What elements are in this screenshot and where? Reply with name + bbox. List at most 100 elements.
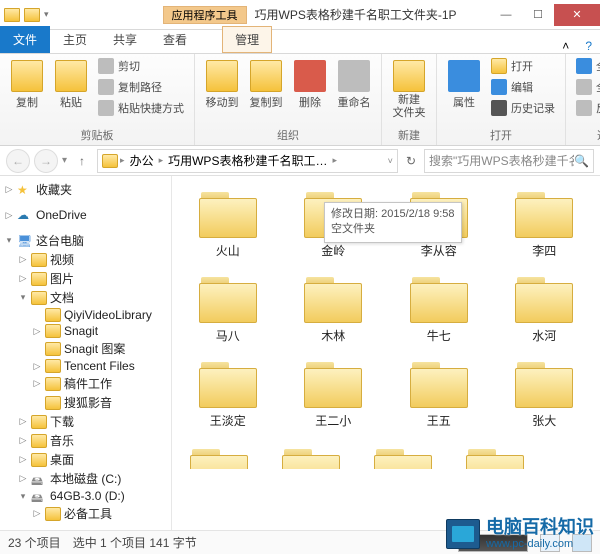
select-none-button[interactable]: 全部取消 bbox=[572, 77, 600, 97]
folder-icon[interactable] bbox=[462, 445, 528, 469]
help-icon[interactable]: ? bbox=[577, 39, 600, 53]
select-all-icon bbox=[576, 58, 592, 74]
tab-home[interactable]: 主页 bbox=[50, 26, 100, 53]
tree-label: OneDrive bbox=[36, 208, 87, 222]
move-to-button[interactable]: 移动到 bbox=[201, 56, 243, 114]
list-item[interactable]: 牛七 bbox=[387, 269, 491, 352]
folder-name: 王五 bbox=[427, 412, 451, 429]
list-item[interactable]: 马八 bbox=[176, 269, 280, 352]
cut-button[interactable]: 剪切 bbox=[94, 56, 188, 76]
tree-local-disk[interactable]: ▷🖴本地磁盘 (C:) bbox=[0, 469, 171, 488]
folder-name: 金岭 bbox=[321, 242, 345, 259]
refresh-button[interactable]: ↻ bbox=[406, 154, 416, 168]
tree-label: 搜狐影音 bbox=[64, 394, 112, 411]
tree-videos[interactable]: ▷视频 bbox=[0, 250, 171, 269]
tree-this-pc[interactable]: ▾🖥这台电脑 bbox=[0, 231, 171, 250]
tree-label: Snagit 图案 bbox=[64, 340, 125, 357]
tree-downloads[interactable]: ▷下载 bbox=[0, 412, 171, 431]
delete-button[interactable]: 删除 bbox=[289, 56, 331, 114]
rename-button[interactable]: 重命名 bbox=[333, 56, 375, 114]
tab-view[interactable]: 查看 bbox=[150, 26, 200, 53]
tree-sohu[interactable]: 搜狐影音 bbox=[0, 393, 171, 412]
tree-label: 本地磁盘 (C:) bbox=[50, 470, 121, 487]
status-selected: 选中 1 个项目 141 字节 bbox=[73, 534, 197, 551]
tree-music[interactable]: ▷音乐 bbox=[0, 431, 171, 450]
list-item[interactable]: 王五 bbox=[387, 354, 491, 437]
copy-button[interactable]: 复制 bbox=[6, 56, 48, 118]
chevron-right-icon[interactable]: ▸ bbox=[159, 155, 164, 166]
folder-icon[interactable] bbox=[278, 445, 344, 469]
select-none-icon bbox=[576, 79, 592, 95]
ql-dropdown-icon[interactable]: ▾ bbox=[44, 9, 49, 20]
watermark-logo-icon bbox=[446, 519, 480, 549]
search-input[interactable]: 搜索"巧用WPS表格秒建千名… 🔍 bbox=[424, 149, 594, 173]
tree-snagit-tuan[interactable]: Snagit 图案 bbox=[0, 339, 171, 358]
list-item[interactable]: 王淡定 bbox=[176, 354, 280, 437]
properties-button[interactable]: 属性 bbox=[443, 56, 485, 118]
minimize-button[interactable]: — bbox=[490, 4, 522, 26]
invert-selection-button[interactable]: 反向选择 bbox=[572, 98, 600, 118]
list-item[interactable]: 王二小 bbox=[282, 354, 386, 437]
list-item[interactable]: 火山 bbox=[176, 184, 280, 267]
breadcrumb[interactable]: ▸ 办公 ▸ 巧用WPS表格秒建千名职工… ▸ ˅ bbox=[97, 149, 398, 173]
up-button[interactable]: ↑ bbox=[71, 150, 93, 172]
history-button[interactable]: 历史记录 bbox=[487, 98, 559, 118]
breadcrumb-dropdown-icon[interactable]: ˅ bbox=[388, 156, 393, 166]
navigation-tree: ▷★收藏夹 ▷☁OneDrive ▾🖥这台电脑 ▷视频 ▷图片 ▾文档 Qiyi… bbox=[0, 176, 172, 530]
cloud-icon: ☁ bbox=[17, 208, 33, 222]
new-group-label: 新建 bbox=[388, 125, 430, 145]
invert-icon bbox=[576, 100, 592, 116]
tree-onedrive[interactable]: ▷☁OneDrive bbox=[0, 207, 171, 223]
list-item[interactable]: 张大 bbox=[493, 354, 597, 437]
copy-path-button[interactable]: 复制路径 bbox=[94, 77, 188, 97]
copy-to-button[interactable]: 复制到 bbox=[245, 56, 287, 114]
tree-qiyi[interactable]: QiyiVideoLibrary bbox=[0, 307, 171, 323]
tree-tencent[interactable]: ▷Tencent Files bbox=[0, 358, 171, 374]
maximize-button[interactable]: ☐ bbox=[522, 4, 554, 26]
tree-documents[interactable]: ▾文档 bbox=[0, 288, 171, 307]
open-button[interactable]: 打开 bbox=[487, 56, 559, 76]
recent-dropdown-icon[interactable]: ▾ bbox=[62, 155, 67, 166]
breadcrumb-seg-2[interactable]: 巧用WPS表格秒建千名职工… bbox=[165, 152, 330, 169]
tree-pictures[interactable]: ▷图片 bbox=[0, 269, 171, 288]
chevron-right-icon[interactable]: ▸ bbox=[120, 155, 125, 166]
ribbon-collapse-icon[interactable]: ˄ bbox=[554, 39, 577, 53]
app-folder-icon bbox=[4, 8, 20, 22]
properties-label: 属性 bbox=[453, 94, 475, 110]
ql-folder-icon[interactable] bbox=[24, 8, 40, 22]
breadcrumb-seg-1[interactable]: 办公 bbox=[127, 152, 157, 169]
tree-snagit[interactable]: ▷Snagit bbox=[0, 323, 171, 339]
back-button[interactable]: ← bbox=[6, 149, 30, 173]
paste-shortcut-button[interactable]: 粘贴快捷方式 bbox=[94, 98, 188, 118]
edit-button[interactable]: 编辑 bbox=[487, 77, 559, 97]
folder-icon bbox=[300, 273, 366, 325]
tree-usb[interactable]: ▾🖴64GB-3.0 (D:) bbox=[0, 488, 171, 504]
edit-icon bbox=[491, 79, 507, 95]
drive-icon: 🖴 bbox=[31, 472, 47, 486]
tab-file[interactable]: 文件 bbox=[0, 26, 50, 53]
breadcrumb-folder-icon bbox=[102, 154, 118, 168]
window-title: 巧用WPS表格秒建千名职工文件夹-1P bbox=[255, 6, 490, 23]
paste-button[interactable]: 粘贴 bbox=[50, 56, 92, 118]
folder-icon[interactable] bbox=[186, 445, 252, 469]
tree-label: 下载 bbox=[50, 413, 74, 430]
list-item[interactable]: 木林 bbox=[282, 269, 386, 352]
new-folder-button[interactable]: 新建 文件夹 bbox=[388, 56, 430, 124]
close-button[interactable]: ✕ bbox=[554, 4, 600, 26]
tab-share[interactable]: 共享 bbox=[100, 26, 150, 53]
tab-manage[interactable]: 管理 bbox=[222, 26, 272, 53]
folder-icon bbox=[31, 272, 47, 286]
list-item[interactable]: 水河 bbox=[493, 269, 597, 352]
folder-icon[interactable] bbox=[370, 445, 436, 469]
watermark: 电脑百科知识 www.pc-daily.com bbox=[440, 516, 600, 552]
chevron-right-icon[interactable]: ▸ bbox=[332, 155, 337, 166]
tree-must-tools[interactable]: ▷必备工具 bbox=[0, 504, 171, 523]
copy-path-icon bbox=[98, 79, 114, 95]
forward-button[interactable]: → bbox=[34, 149, 58, 173]
list-item[interactable]: 李四 bbox=[493, 184, 597, 267]
tree-favorites[interactable]: ▷★收藏夹 bbox=[0, 180, 171, 199]
tree-drafts[interactable]: ▷稿件工作 bbox=[0, 374, 171, 393]
tree-desktop[interactable]: ▷桌面 bbox=[0, 450, 171, 469]
select-all-button[interactable]: 全部选择 bbox=[572, 56, 600, 76]
tree-label: 收藏夹 bbox=[36, 181, 72, 198]
